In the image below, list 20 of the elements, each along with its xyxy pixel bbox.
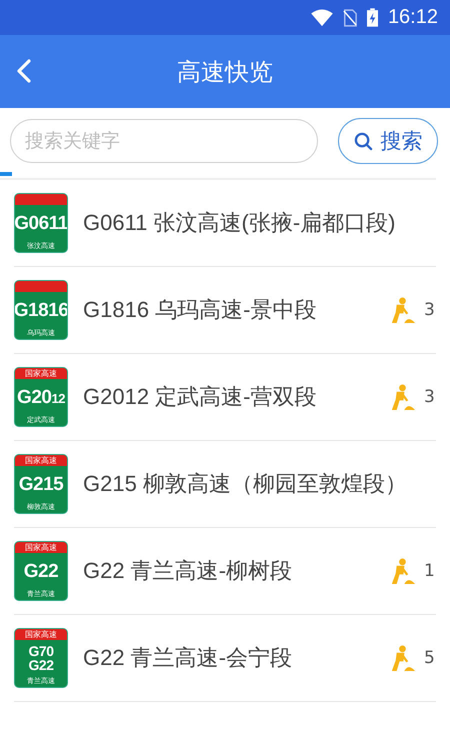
road-name[interactable]: G22 青兰高速-会宁段 bbox=[83, 642, 387, 674]
road-name[interactable]: G2012 定武高速-营双段 bbox=[83, 381, 387, 413]
road-name[interactable]: G1816 乌玛高速-景中段 bbox=[83, 294, 387, 326]
clock-time: 16:12 bbox=[388, 6, 438, 29]
road-name[interactable]: G215 柳敦高速（柳园至敦煌段） bbox=[83, 468, 436, 500]
no-sim-icon bbox=[342, 8, 357, 26]
search-field[interactable]: 搜索关键字 bbox=[10, 119, 318, 163]
road-name[interactable]: G22 青兰高速-柳树段 bbox=[83, 555, 387, 587]
search-button[interactable]: 搜索 bbox=[338, 118, 438, 164]
road-name[interactable]: G0611 张汶高速(张掖-扁都口段) bbox=[83, 207, 436, 239]
construction-count: 3 bbox=[424, 300, 436, 320]
page-title: 高速快览 bbox=[177, 56, 273, 88]
search-icon bbox=[354, 132, 372, 150]
tab-indicator bbox=[0, 172, 12, 176]
construction-count: 1 bbox=[424, 561, 436, 581]
wifi-icon bbox=[310, 8, 333, 26]
construction-count: 3 bbox=[424, 387, 436, 407]
construction-count: 5 bbox=[424, 648, 436, 668]
battery-charging-icon bbox=[366, 8, 378, 27]
back-icon[interactable] bbox=[17, 59, 31, 83]
